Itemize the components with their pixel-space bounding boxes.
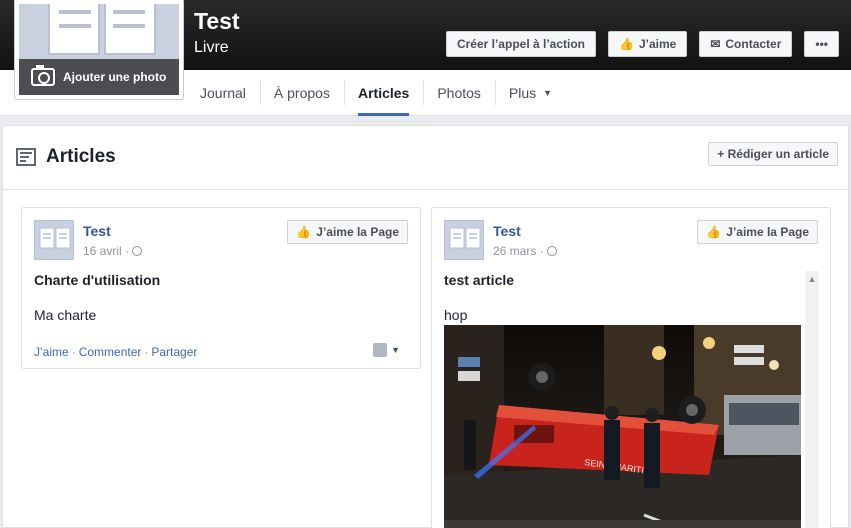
article-body: hop xyxy=(444,307,468,323)
tab-photos[interactable]: Photos xyxy=(423,70,495,116)
article-title[interactable]: Charte d'utilisation xyxy=(34,272,160,288)
like-page-label: J’aime la Page xyxy=(316,225,399,239)
tab-journal[interactable]: Journal xyxy=(186,70,260,116)
globe-icon xyxy=(546,246,557,256)
comment-link[interactable]: Commenter xyxy=(79,345,142,359)
post-date[interactable]: 26 mars · xyxy=(493,244,557,258)
like-page-button[interactable]: 👍 J’aime la Page xyxy=(697,220,818,244)
tab-about[interactable]: À propos xyxy=(259,70,344,116)
contact-label: Contacter xyxy=(725,37,782,51)
create-cta-label: Créer l’appel à l’action xyxy=(456,37,585,51)
article-body: Ma charte xyxy=(34,307,97,323)
post-date[interactable]: 16 avril · xyxy=(83,244,143,258)
more-icon: ••• xyxy=(815,37,828,51)
post-actions: J’aime · Commenter · Partager xyxy=(34,345,198,359)
articles-title: Articles xyxy=(46,146,116,167)
tab-label: Plus xyxy=(508,85,537,101)
articles-icon xyxy=(16,148,36,166)
add-photo-button[interactable]: Ajouter une photo xyxy=(19,59,179,95)
caret-down-icon: ▼ xyxy=(391,345,400,355)
scrollbar[interactable]: ▲ xyxy=(805,271,819,528)
tab-label: Journal xyxy=(200,85,246,101)
avatar[interactable] xyxy=(34,220,74,260)
more-button[interactable]: ••• xyxy=(804,31,839,57)
book-icon xyxy=(48,4,156,55)
thumbs-up-icon: 👍 xyxy=(296,225,312,239)
message-icon: ✉ xyxy=(710,37,721,51)
tab-more[interactable]: Plus ▼ xyxy=(494,70,566,116)
share-icon xyxy=(373,343,388,357)
like-link[interactable]: J’aime xyxy=(34,345,69,359)
contact-button[interactable]: ✉ Contacter xyxy=(699,31,793,57)
date-text: 16 avril · xyxy=(83,244,130,258)
add-photo-label: Ajouter une photo xyxy=(63,70,167,84)
like-page-button[interactable]: 👍 J’aime la Page xyxy=(287,220,408,244)
book-icon xyxy=(449,227,481,249)
tab-label: À propos xyxy=(273,85,330,101)
caret-down-icon: ▼ xyxy=(543,88,553,98)
write-article-button[interactable]: + Rédiger un article xyxy=(708,142,838,166)
page-title[interactable]: Test xyxy=(194,8,240,35)
like-page-label: J’aime la Page xyxy=(726,225,809,239)
scroll-up-icon: ▲ xyxy=(807,274,817,284)
tab-label: Articles xyxy=(357,85,410,101)
author-name[interactable]: Test xyxy=(83,223,111,239)
like-label: J’aime xyxy=(638,37,677,51)
author-name[interactable]: Test xyxy=(493,223,521,239)
page-category: Livre xyxy=(194,39,229,56)
camera-icon xyxy=(31,65,55,86)
article-photo[interactable]: SEINE MARITIME xyxy=(444,325,801,528)
article-card: Test 16 avril · 👍 J’aime la Page Charte d… xyxy=(21,207,421,369)
article-title[interactable]: test article xyxy=(444,272,514,288)
audience-selector[interactable]: ▼ xyxy=(373,343,400,357)
globe-icon xyxy=(132,246,143,256)
articles-panel: Articles + Rédiger un article Test 16 av… xyxy=(2,125,849,528)
create-cta-button[interactable]: Créer l’appel à l’action xyxy=(445,31,596,57)
thumbs-up-icon: 👍 xyxy=(706,225,722,239)
date-text: 26 mars · xyxy=(493,244,544,258)
article-card: Test 26 mars · 👍 J’aime la Page test arti… xyxy=(431,207,831,528)
like-button[interactable]: 👍 J’aime xyxy=(608,31,688,57)
thumbs-up-icon: 👍 xyxy=(619,37,634,51)
tab-label: Photos xyxy=(437,85,481,101)
book-icon xyxy=(39,227,71,249)
tab-articles[interactable]: Articles xyxy=(343,70,423,116)
share-link[interactable]: Partager xyxy=(151,345,197,359)
avatar[interactable] xyxy=(444,220,484,260)
profile-picture[interactable]: Ajouter une photo xyxy=(14,0,184,100)
